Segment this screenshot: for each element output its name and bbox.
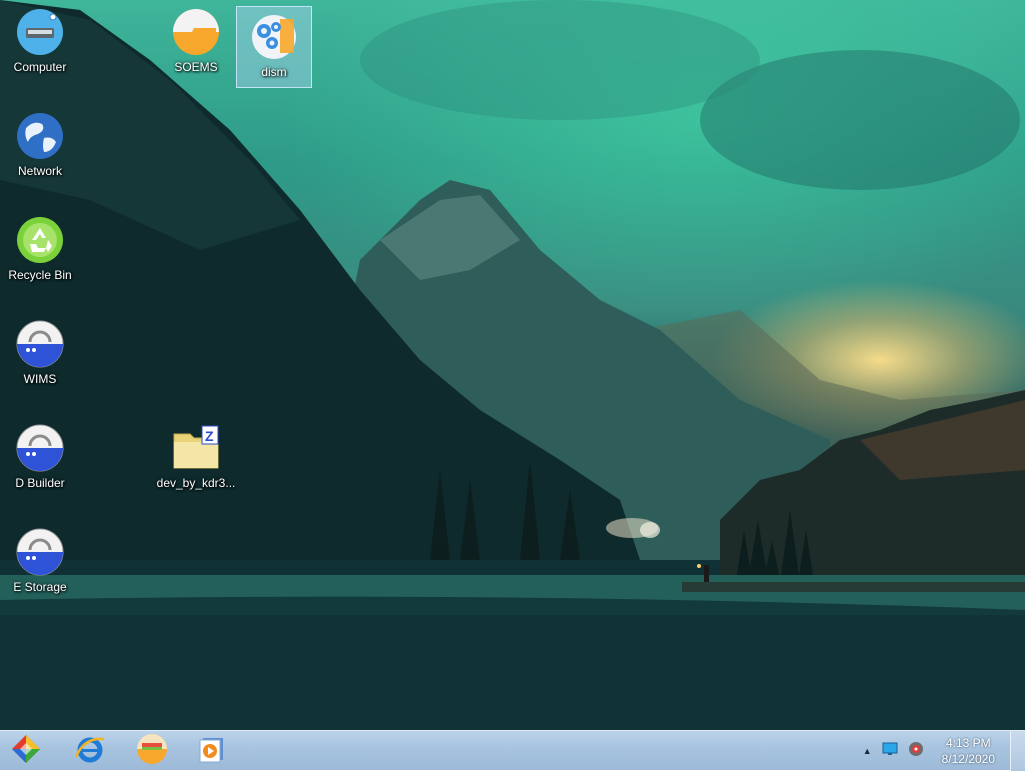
soems-folder-icon[interactable]: SOEMS xyxy=(158,2,234,84)
clock-time: 4:13 PM xyxy=(945,736,991,750)
wims-drive-icon[interactable]: WIMS xyxy=(2,314,78,396)
taskbar-explorer-button[interactable] xyxy=(132,733,172,769)
drive-icon xyxy=(16,528,64,576)
system-tray: ▲ 4:13 PM 8/12/2020 xyxy=(863,731,1001,771)
explorer-icon xyxy=(136,733,168,770)
taskbar: ▲ 4:13 PM 8/12/2020 xyxy=(0,730,1025,771)
network-globe-icon xyxy=(16,112,64,160)
icon-label: Network xyxy=(17,164,62,178)
zip-folder-icon: Z xyxy=(172,424,220,472)
taskbar-ie-button[interactable] xyxy=(70,733,110,769)
icon-label: Recycle Bin xyxy=(8,268,72,282)
desktop[interactable]: Computer Network Recycle Bin WIMS D Buil… xyxy=(0,0,1025,730)
computer-desktop-icon[interactable]: Computer xyxy=(2,2,78,84)
show-hidden-icons-button[interactable]: ▲ xyxy=(863,746,872,756)
start-diamond-icon xyxy=(10,733,42,770)
media-player-icon xyxy=(197,734,227,769)
icon-label: E Storage xyxy=(13,580,67,594)
icon-label: WIMS xyxy=(23,372,57,386)
speaker-icon xyxy=(908,741,924,762)
svg-text:Z: Z xyxy=(205,428,214,444)
dev-zip-icon[interactable]: Z dev_by_kdr3... xyxy=(156,418,236,500)
icon-label: dev_by_kdr3... xyxy=(156,476,236,490)
computer-icon xyxy=(16,8,64,56)
start-button[interactable] xyxy=(6,733,46,769)
icon-label: D Builder xyxy=(15,476,65,490)
drive-icon xyxy=(16,320,64,368)
volume-tray-button[interactable] xyxy=(908,741,924,762)
d-builder-drive-icon[interactable]: D Builder xyxy=(2,418,78,500)
e-storage-drive-icon[interactable]: E Storage xyxy=(2,522,78,604)
recycle-bin-desktop-icon[interactable]: Recycle Bin xyxy=(2,210,78,292)
icon-label: SOEMS xyxy=(174,60,218,74)
wallpaper xyxy=(0,0,1025,730)
icon-label: dism xyxy=(261,65,287,79)
clock[interactable]: 4:13 PM 8/12/2020 xyxy=(942,735,995,767)
show-desktop-button[interactable] xyxy=(1010,731,1025,771)
dism-shortcut-icon[interactable]: dism xyxy=(236,6,312,88)
network-desktop-icon[interactable]: Network xyxy=(2,106,78,188)
recycle-bin-icon xyxy=(16,216,64,264)
display-tray-button[interactable] xyxy=(882,742,898,761)
show-hidden-arrow-icon: ▲ xyxy=(862,746,872,756)
dism-gears-icon xyxy=(250,13,298,61)
drive-icon xyxy=(16,424,64,472)
taskbar-media-player-button[interactable] xyxy=(192,733,232,769)
clock-date: 8/12/2020 xyxy=(941,752,995,766)
folder-icon xyxy=(172,8,220,56)
icon-label: Computer xyxy=(13,60,67,74)
ie-icon xyxy=(74,733,106,770)
display-icon xyxy=(882,742,898,761)
